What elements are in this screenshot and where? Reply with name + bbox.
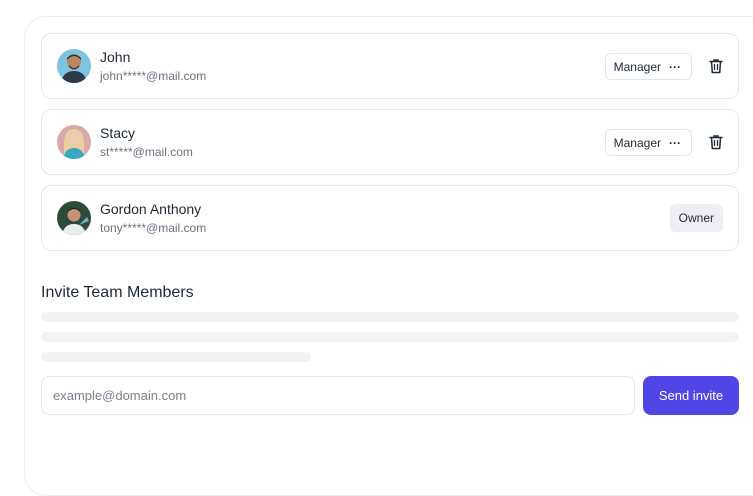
member-row: Gordon Anthony tony*****@mail.com Owner: [41, 185, 739, 251]
role-label: Manager: [613, 59, 661, 74]
trash-icon[interactable]: [709, 58, 723, 74]
avatar-icon: [57, 49, 91, 83]
more-horizontal-icon: ···: [669, 59, 681, 74]
role-dropdown-button[interactable]: Manager ···: [604, 129, 692, 156]
avatar: [57, 201, 91, 235]
owner-badge: Owner: [669, 204, 723, 232]
member-row: John john*****@mail.com Manager ···: [41, 33, 739, 99]
avatar: [57, 49, 91, 83]
invite-section-title: Invite Team Members: [41, 284, 194, 301]
member-row: Stacy st*****@mail.com Manager ···: [41, 109, 739, 175]
member-name: Gordon Anthony: [100, 201, 202, 217]
trash-icon[interactable]: [709, 134, 723, 150]
avatar-icon: [57, 201, 91, 235]
skeleton-line: [41, 312, 739, 322]
member-email: st*****@mail.com: [100, 145, 193, 159]
role-dropdown-button[interactable]: Manager ···: [604, 53, 692, 80]
avatar-icon: [57, 125, 91, 159]
member-email: john*****@mail.com: [100, 69, 207, 83]
skeleton-line: [41, 332, 739, 342]
skeleton-line: [41, 352, 311, 362]
send-invite-button[interactable]: Send invite: [643, 376, 739, 415]
member-name: Stacy: [100, 125, 136, 141]
invite-email-input[interactable]: [41, 376, 635, 415]
member-name: John: [100, 49, 131, 65]
role-label: Manager: [613, 135, 661, 150]
member-email: tony*****@mail.com: [100, 221, 207, 235]
avatar: [57, 125, 91, 159]
more-horizontal-icon: ···: [669, 135, 681, 150]
